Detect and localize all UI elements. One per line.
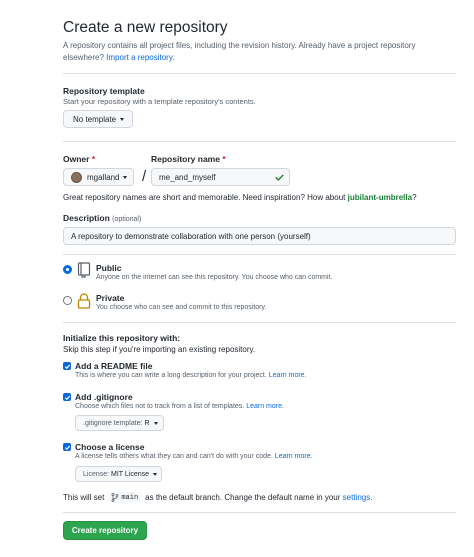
repo-name-value: me_and_myself [159,172,216,182]
lock-icon [77,293,91,309]
optional-marker: (optional) [112,216,142,223]
git-branch-icon [111,493,119,502]
divider [63,512,456,513]
caret-down-icon [153,472,158,476]
gitignore-description: Choose which files not to track from a l… [75,403,284,410]
divider [63,73,456,74]
license-checkbox[interactable] [63,443,71,451]
readme-description: This is where you can write a long descr… [75,372,307,379]
repo-name-label-text: Repository name [151,154,220,164]
branch-badge: main [108,492,142,503]
branch-note-prefix: This will set [63,493,105,502]
caret-down-icon [123,175,128,179]
check-icon [275,174,284,181]
repo-icon [77,262,91,278]
owner-label: Owner * [63,154,95,164]
private-label: Private [96,293,125,303]
license-prefix: License: [83,470,110,478]
owner-select[interactable]: mgalland [63,168,134,186]
branch-note-middle: as the default branch. Change the defaul… [145,493,341,502]
description-label: Description (optional) [63,213,141,223]
create-repository-button[interactable]: Create repository [63,521,147,540]
description-label-text: Description [63,213,110,223]
avatar [71,171,82,183]
default-branch-note: This will set main as the default branch… [63,492,372,503]
gitignore-checkbox[interactable] [63,393,71,401]
caret-down-icon [120,117,125,121]
branch-note-end: . [370,493,373,502]
create-repository-label: Create repository [71,526,139,535]
init-heading: Initialize this repository with: [63,333,181,343]
checkmark-icon [64,445,70,450]
public-radio[interactable] [63,265,72,274]
license-description-text: A license tells others what they can and… [75,453,273,460]
divider [63,322,456,323]
gitignore-template-prefix: .gitignore template: [83,419,143,427]
page-description-text: A repository contains all project files,… [63,41,416,50]
checkmark-icon [64,364,70,369]
template-select-button[interactable]: No template [63,110,133,128]
divider [63,141,456,142]
owner-label-text: Owner [63,154,90,164]
license-label: Choose a license [75,442,145,452]
gitignore-learn-more-link[interactable]: Learn more. [246,403,284,410]
template-select-label: No template [73,114,117,124]
caret-down-icon [153,421,158,425]
license-description: A license tells others what they can and… [75,453,313,460]
readme-learn-more-link[interactable]: Learn more. [269,372,307,379]
gitignore-template-value: R [144,419,150,427]
license-value: MIT License [111,470,150,478]
template-description: Start your repository with a template re… [63,97,256,106]
checkmark-icon [64,395,70,400]
license-learn-more-link[interactable]: Learn more. [275,453,313,460]
slash-separator: / [142,168,147,185]
suggested-name-link[interactable]: jubilant-umbrella [348,193,412,202]
license-select[interactable]: License: MIT License [75,466,162,482]
description-input[interactable]: A repository to demonstrate collaboratio… [63,227,456,245]
repo-name-input[interactable]: me_and_myself [151,168,290,186]
readme-label: Add a README file [75,361,153,371]
required-marker: * [91,154,96,164]
import-repository-link[interactable]: Import a repository. [106,53,174,62]
repo-name-label: Repository name * [151,154,226,164]
page-title: Create a new repository [63,19,228,36]
gitignore-description-text: Choose which files not to track from a l… [75,403,245,410]
branch-name: main [121,493,139,502]
page-description: A repository contains all project files,… [63,40,463,63]
readme-description-text: This is where you can write a long descr… [75,372,267,379]
private-description: You choose who can see and commit to thi… [96,304,267,311]
divider [63,254,456,255]
owner-value: mgalland [87,172,120,182]
init-skip-text: Skip this step if you're importing an ex… [63,345,256,354]
page-description-text-2: elsewhere? [63,52,104,62]
gitignore-template-select[interactable]: .gitignore template: R [75,415,164,431]
required-marker: * [222,154,226,164]
settings-link[interactable]: settings [343,493,371,502]
description-value: A repository to demonstrate collaboratio… [71,231,311,241]
readme-checkbox[interactable] [63,362,71,370]
private-radio[interactable] [63,296,72,305]
suggestion-end: ? [412,193,417,202]
template-label: Repository template [63,86,145,96]
public-description: Anyone on the internet can see this repo… [96,274,333,281]
gitignore-label: Add .gitignore [75,392,133,402]
public-label: Public [96,263,122,273]
name-suggestion: Great repository names are short and mem… [63,193,417,202]
suggestion-text: Great repository names are short and mem… [63,193,346,202]
